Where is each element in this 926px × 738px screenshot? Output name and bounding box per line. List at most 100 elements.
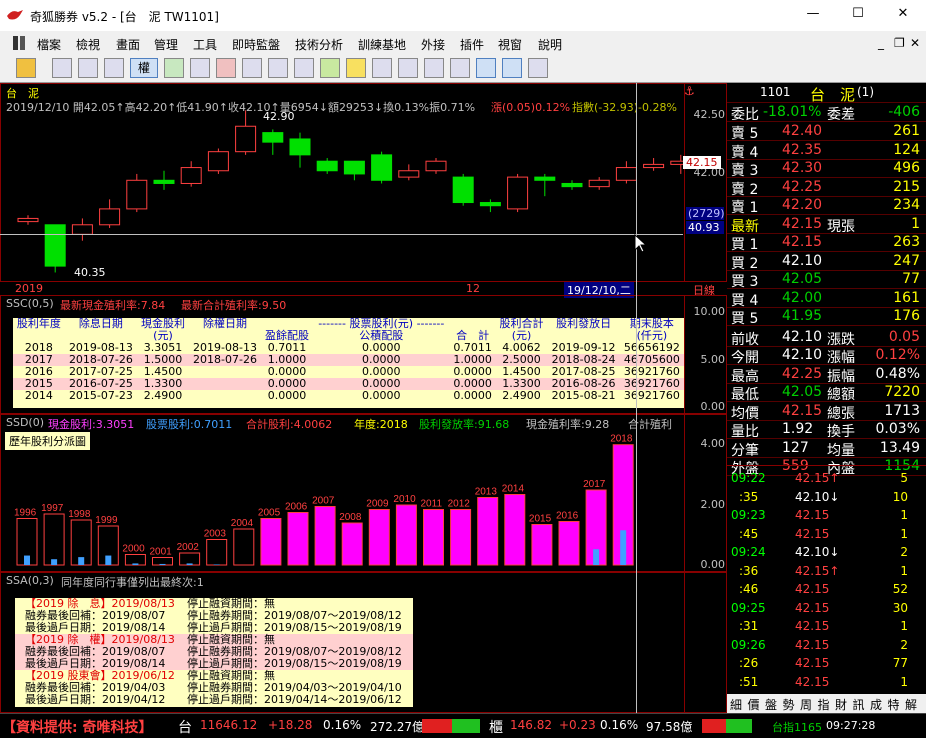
move-icon[interactable]: [78, 58, 98, 78]
menu-item-2[interactable]: 畫面: [116, 36, 140, 53]
table-header: 現金股利 (元): [137, 318, 189, 342]
high-label: 42.90: [263, 110, 295, 123]
menu-item-3[interactable]: 管理: [154, 36, 178, 53]
quote-tab-3[interactable]: 勢: [783, 696, 795, 713]
quote-tab-4[interactable]: 周: [800, 696, 812, 713]
app-grid-icon[interactable]: [12, 35, 26, 51]
candle-body: [588, 179, 610, 188]
bid-volume: 263: [893, 234, 920, 250]
quote-tab-8[interactable]: 成: [870, 696, 882, 713]
tick-time: :36: [739, 563, 759, 578]
pencil-icon[interactable]: [320, 58, 340, 78]
menu-item-5[interactable]: 即時監盤: [232, 36, 280, 53]
screen-icon[interactable]: [52, 58, 72, 78]
tick-price: 42.15↑: [795, 563, 840, 578]
open-folder-icon[interactable]: [16, 58, 36, 78]
mdi-minimize-button[interactable]: _: [878, 36, 884, 50]
tick-price: 42.15: [795, 656, 830, 670]
chart-up-icon[interactable]: [164, 58, 184, 78]
multi-chart-icon[interactable]: [502, 58, 522, 78]
stat-value: 42.25: [782, 365, 823, 382]
grid-icon[interactable]: [372, 58, 392, 78]
ask-row[interactable]: 賣 1 42.20 234: [727, 197, 926, 216]
bid-row[interactable]: 買 3 42.05 77: [727, 271, 926, 290]
alarm-icon[interactable]: ⚓: [684, 84, 695, 98]
bars-icon[interactable]: [216, 58, 236, 78]
menu-item-7[interactable]: 訓練基地: [358, 36, 406, 53]
mdi-restore-button[interactable]: ❐: [894, 36, 905, 50]
bid-row[interactable]: 買 4 42.00 161: [727, 290, 926, 309]
quote-tab-10[interactable]: 解: [905, 696, 917, 713]
volume-tag: (2729): [686, 207, 725, 220]
line-chart-icon[interactable]: [476, 58, 496, 78]
tools-icon[interactable]: [294, 58, 314, 78]
table-cell: [189, 366, 261, 378]
dividend-year-label: 2014: [502, 484, 525, 495]
columns-icon[interactable]: [424, 58, 444, 78]
menu-item-1[interactable]: 檢視: [76, 36, 100, 53]
tick-price: 42.15: [795, 674, 830, 689]
tw-change: +18.28: [268, 718, 313, 732]
header-line: 股利年度: [16, 317, 61, 330]
settings-icon[interactable]: [528, 58, 548, 78]
chart-cross-icon[interactable]: [190, 58, 210, 78]
quote-tab-5[interactable]: 指: [818, 696, 830, 713]
close-button[interactable]: ✕: [893, 6, 913, 21]
candle-body: [289, 138, 311, 156]
menu-item-9[interactable]: 插件: [460, 36, 484, 53]
weighted-index-button[interactable]: 權: [130, 58, 158, 78]
stat-value: 0.12%: [875, 347, 920, 363]
bid-volume: 77: [902, 271, 920, 287]
dividend-year-label: 2015: [529, 514, 552, 525]
table-icon[interactable]: [398, 58, 418, 78]
bid-row[interactable]: 買 2 42.10 247: [727, 253, 926, 272]
alert-icon[interactable]: [346, 58, 366, 78]
quote-tab-0[interactable]: 細: [730, 696, 742, 713]
menu-item-11[interactable]: 說明: [538, 36, 562, 53]
rows-icon[interactable]: [450, 58, 470, 78]
bid-label: 買 4: [731, 292, 759, 309]
stat-label: 漲幅: [827, 350, 855, 366]
ask-row[interactable]: 賣 5 42.40 261: [727, 123, 926, 142]
corporate-events-box: 【2019 除 息】2019/08/13 停止融資期間：無 融券最後回補：2019/…: [15, 598, 413, 707]
menu-item-8[interactable]: 外接: [421, 36, 445, 53]
tick-volume: 77: [892, 656, 908, 670]
windows-icon[interactable]: [242, 58, 262, 78]
mdi-close-button[interactable]: ✕: [910, 36, 920, 50]
list-icon[interactable]: [104, 58, 124, 78]
dividend-year-label: 2010: [393, 494, 416, 505]
ask-row[interactable]: 賣 3 42.30 496: [727, 160, 926, 179]
candlestick-chart[interactable]: [1, 84, 684, 296]
menu-item-10[interactable]: 視窗: [498, 36, 522, 53]
tick-list[interactable]: 09:22 42.15↑ 5:35 42.10↓ 10 09:23 42.15 1:45 42.…: [727, 465, 926, 693]
maximize-button[interactable]: ☐: [848, 6, 868, 21]
table-row[interactable]: 2014 2015-07-23 2.4900 0.0000 0.0000 0.0000 2.…: [13, 390, 684, 402]
menu-item-6[interactable]: 技術分析: [295, 36, 343, 53]
stat-label: 漲跌: [827, 331, 855, 348]
ssd-y-tick-0: 0.00: [700, 558, 726, 571]
quote-tab-6[interactable]: 財: [835, 696, 847, 713]
bid-row[interactable]: 買 1 42.15 263: [727, 234, 926, 253]
bid-row[interactable]: 買 5 41.95 176: [727, 308, 926, 327]
tick-volume: 10: [892, 489, 908, 504]
tw-pct: 0.16%: [323, 718, 362, 732]
document-icon[interactable]: [268, 58, 288, 78]
dividend-total-bar: [558, 521, 580, 566]
dividend-year-label: 1997: [41, 503, 64, 514]
quote-tab-9[interactable]: 特: [888, 696, 900, 713]
minimize-button[interactable]: —: [803, 6, 823, 21]
ask-label: 賣 5: [731, 126, 759, 142]
menu-item-0[interactable]: 檔案: [37, 36, 61, 53]
quote-tab-1[interactable]: 價: [748, 696, 760, 713]
ssc-y-tick-5: 5.00: [700, 353, 726, 366]
last-row[interactable]: 最新 42.15 現張 1: [727, 216, 926, 235]
menu-item-4[interactable]: 工具: [193, 36, 217, 53]
dividend-total-bar: [531, 524, 553, 566]
ssc-panel: SSC(0,5) 最新現金殖利率:7.84 最新合計殖利率:9.50 10.00…: [0, 295, 727, 415]
bid-label: 買 3: [731, 274, 759, 290]
tick-time: 09:22: [731, 471, 766, 485]
ask-row[interactable]: 賣 4 42.35 124: [727, 142, 926, 161]
quote-tab-7[interactable]: 訊: [853, 696, 865, 713]
ask-row[interactable]: 賣 2 42.25 215: [727, 179, 926, 198]
quote-tab-2[interactable]: 盤: [765, 696, 777, 713]
